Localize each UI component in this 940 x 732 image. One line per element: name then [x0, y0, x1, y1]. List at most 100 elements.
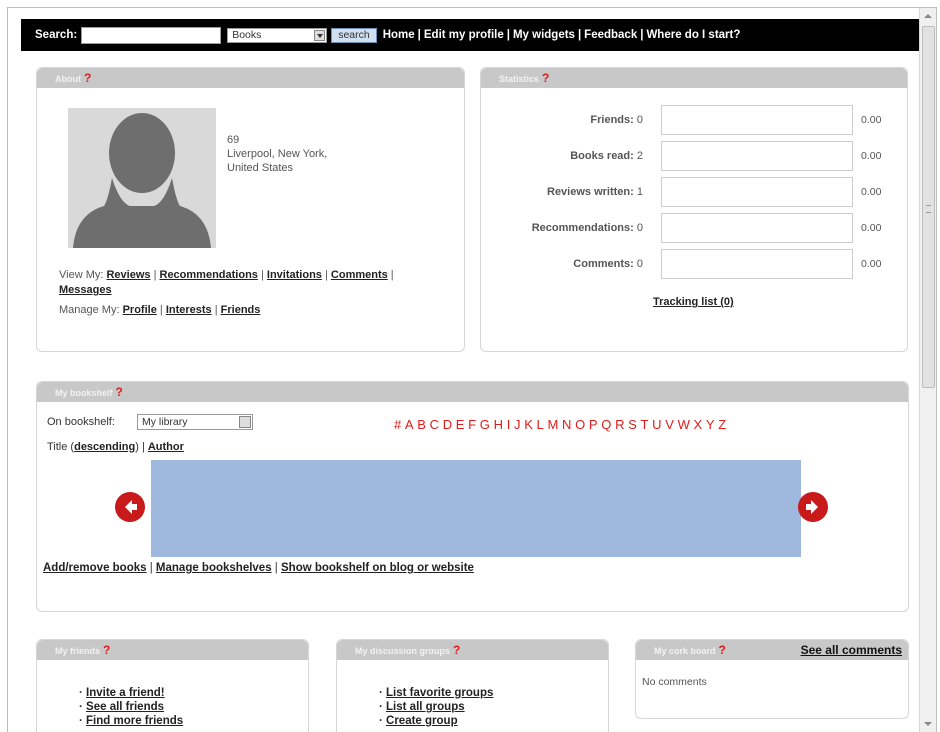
stat-ratio: 0.00 — [861, 258, 882, 270]
stat-row-friends: Friends: 0 0.00 — [481, 105, 907, 135]
list-item: List favorite groups — [379, 686, 493, 700]
see-all-friends-link[interactable]: See all friends — [86, 701, 164, 713]
nav-home[interactable]: Home — [383, 29, 415, 41]
stat-bar — [661, 249, 853, 279]
create-group-link[interactable]: Create group — [386, 715, 458, 727]
scroll-up-icon[interactable] — [920, 8, 936, 24]
help-icon[interactable]: ? — [116, 385, 123, 399]
alphabet-letter[interactable]: R — [615, 417, 625, 432]
nav-feedback[interactable]: Feedback — [584, 29, 637, 41]
alphabet-letter[interactable]: E — [456, 417, 465, 432]
main-nav: Home | Edit my profile | My widgets | Feedback… — [383, 29, 741, 41]
alphabet-letter[interactable]: O — [575, 417, 586, 432]
scrollbar-thumb[interactable] — [922, 26, 935, 388]
search-label: Search: — [35, 29, 78, 41]
browser-viewport: Search: Books search Home | Edit my profil… — [7, 7, 937, 732]
manage-bookshelves-link[interactable]: Manage bookshelves — [156, 562, 272, 574]
chevron-down-icon[interactable] — [314, 29, 326, 41]
help-icon[interactable]: ? — [84, 71, 91, 85]
search-input[interactable] — [81, 26, 222, 44]
bookshelf-title: My bookshelf — [55, 388, 113, 398]
manage-my-links: Manage My: Profile | Interests | Friends — [59, 304, 261, 316]
alphabet-letter[interactable]: I — [507, 417, 511, 432]
list-item: See all friends — [79, 700, 183, 714]
alphabet-letter[interactable]: N — [562, 417, 572, 432]
nav-edit-profile[interactable]: Edit my profile — [424, 29, 504, 41]
previous-arrow-icon[interactable] — [115, 492, 145, 522]
stat-row-reviews-written: Reviews written: 1 0.00 — [481, 177, 907, 207]
manage-profile-link[interactable]: Profile — [123, 304, 157, 316]
alphabet-letter[interactable]: H — [494, 417, 504, 432]
alphabet-letter[interactable]: # — [394, 417, 402, 432]
list-item: Invite a friend! — [79, 686, 183, 700]
list-favorite-groups-link[interactable]: List favorite groups — [386, 687, 493, 699]
about-panel-header: About? — [37, 68, 464, 88]
alphabet-letter[interactable]: J — [514, 417, 521, 432]
alphabet-letter[interactable]: W — [678, 417, 691, 432]
alphabet-letter[interactable]: M — [547, 417, 558, 432]
find-more-friends-link[interactable]: Find more friends — [86, 715, 183, 727]
chevron-down-icon[interactable] — [239, 416, 251, 428]
stat-bar — [661, 213, 853, 243]
add-remove-books-link[interactable]: Add/remove books — [43, 562, 147, 574]
bookshelf-display — [151, 460, 801, 557]
manage-interests-link[interactable]: Interests — [166, 304, 212, 316]
bookshelf-panel-header: My bookshelf? — [37, 382, 908, 402]
vertical-scrollbar[interactable] — [919, 8, 936, 732]
alphabet-letter[interactable]: B — [417, 417, 426, 432]
list-all-groups-link[interactable]: List all groups — [386, 701, 465, 713]
invite-friend-link[interactable]: Invite a friend! — [86, 687, 165, 699]
bookshelf-select[interactable]: My library — [137, 414, 253, 430]
alphabet-letter[interactable]: P — [589, 417, 598, 432]
groups-title: My discussion groups — [355, 646, 451, 656]
help-icon[interactable]: ? — [103, 643, 110, 657]
view-messages-link[interactable]: Messages — [59, 284, 112, 296]
arrow-left-icon — [125, 500, 137, 514]
see-all-comments-link[interactable]: See all comments — [801, 640, 902, 660]
next-arrow-icon[interactable] — [798, 492, 828, 522]
on-bookshelf-label: On bookshelf: — [47, 416, 115, 428]
show-bookshelf-link[interactable]: Show bookshelf on blog or website — [281, 562, 474, 574]
help-icon[interactable]: ? — [719, 643, 726, 657]
alphabet-letter[interactable]: X — [694, 417, 703, 432]
stat-row-recommendations: Recommendations: 0 0.00 — [481, 213, 907, 243]
alphabet-letter[interactable]: T — [641, 417, 649, 432]
sort-descending-link[interactable]: descending — [74, 441, 135, 453]
alphabet-letter[interactable]: C — [430, 417, 440, 432]
corkboard-panel: My cork board? See all comments No comme… — [635, 639, 909, 719]
tracking-list-link[interactable]: Tracking list (0) — [653, 296, 734, 308]
friends-panel-header: My friends? — [37, 640, 308, 660]
nav-separator: | — [417, 29, 421, 41]
sort-author-link[interactable]: Author — [148, 441, 184, 453]
profile-info: 69 Liverpool, New York, United States — [227, 133, 327, 175]
help-icon[interactable]: ? — [453, 643, 460, 657]
alphabet-letter[interactable]: L — [537, 417, 545, 432]
nav-my-widgets[interactable]: My widgets — [513, 29, 575, 41]
stat-ratio: 0.00 — [861, 222, 882, 234]
alphabet-letter[interactable]: V — [665, 417, 674, 432]
manage-friends-link[interactable]: Friends — [221, 304, 261, 316]
alphabet-letter[interactable]: U — [652, 417, 662, 432]
sort-prefix: Title ( — [47, 441, 75, 453]
alphabet-letter[interactable]: Y — [706, 417, 715, 432]
alphabet-letter[interactable]: D — [443, 417, 453, 432]
alphabet-letter[interactable]: K — [524, 417, 533, 432]
search-button[interactable]: search — [331, 27, 377, 43]
alphabet-letter[interactable]: Q — [601, 417, 612, 432]
stat-label-text: Reviews written: — [547, 186, 634, 198]
scroll-down-icon[interactable] — [920, 716, 936, 732]
view-reviews-link[interactable]: Reviews — [106, 269, 150, 281]
alphabet-letter[interactable]: F — [468, 417, 476, 432]
alphabet-letter[interactable]: G — [480, 417, 491, 432]
alphabet-letter[interactable]: S — [628, 417, 637, 432]
search-category-select[interactable]: Books — [227, 27, 328, 43]
nav-where-do-i-start[interactable]: Where do I start? — [646, 29, 740, 41]
alphabet-letter[interactable]: Z — [718, 417, 726, 432]
view-recommendations-link[interactable]: Recommendations — [160, 269, 258, 281]
alphabet-letter[interactable]: A — [405, 417, 414, 432]
corkboard-panel-header: My cork board? See all comments — [636, 640, 908, 660]
view-invitations-link[interactable]: Invitations — [267, 269, 322, 281]
help-icon[interactable]: ? — [542, 71, 549, 85]
view-comments-link[interactable]: Comments — [331, 269, 388, 281]
nav-separator: | — [577, 29, 582, 41]
